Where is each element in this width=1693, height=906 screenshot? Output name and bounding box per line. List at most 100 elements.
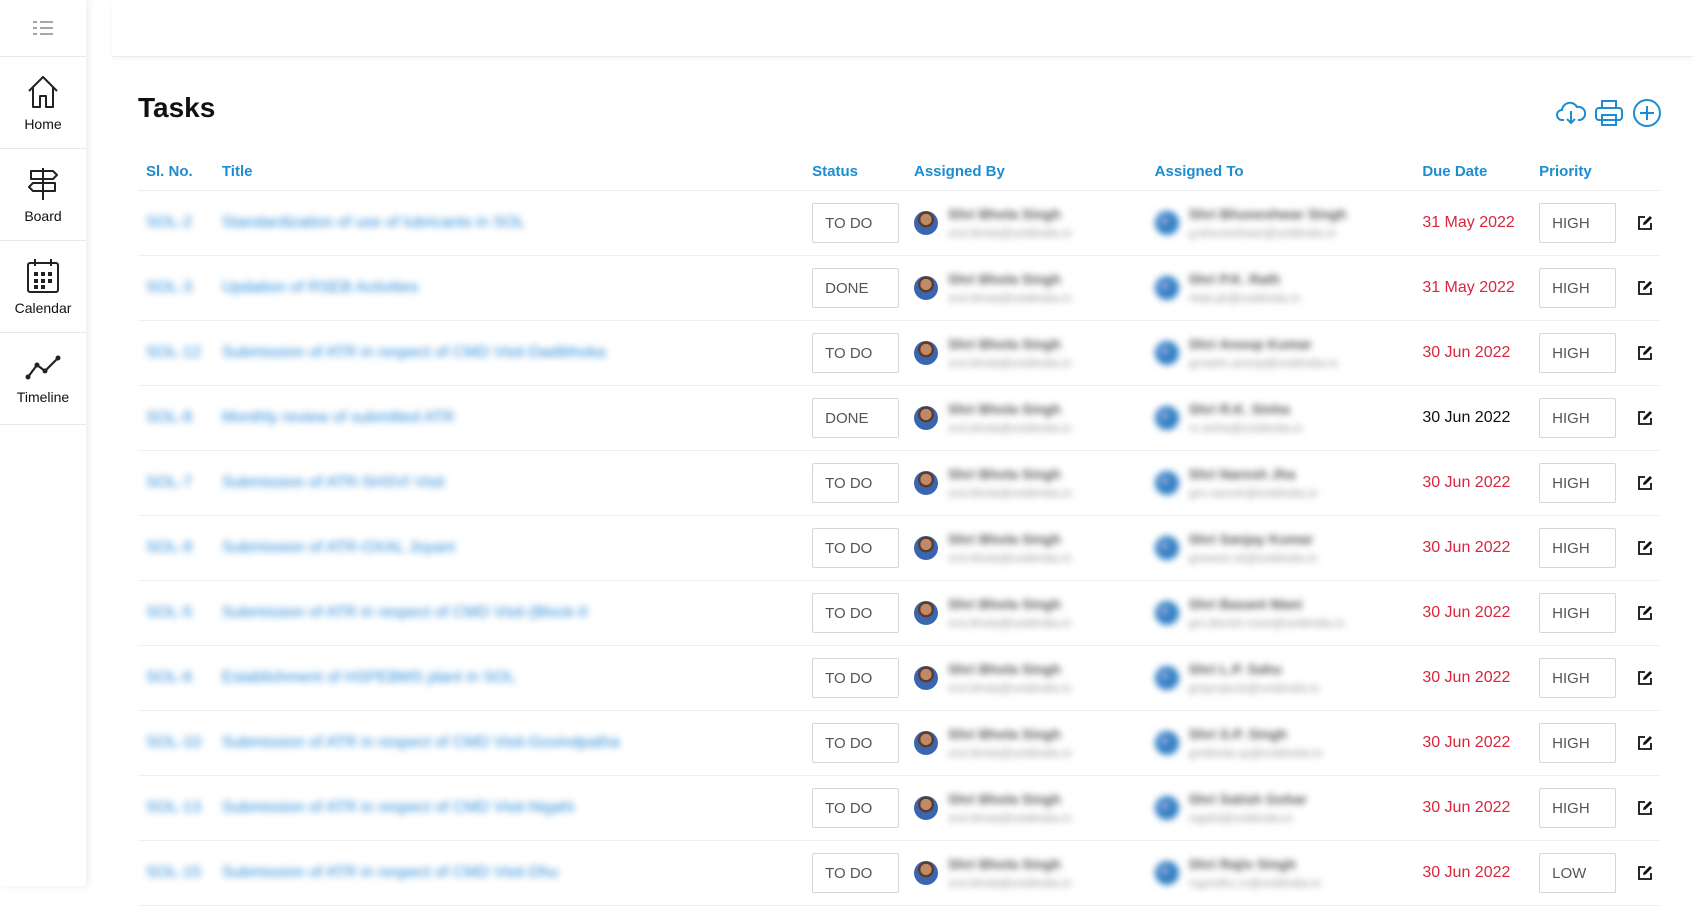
avatar — [913, 406, 938, 430]
edit-button[interactable] — [1630, 735, 1660, 751]
download-button[interactable] — [1556, 98, 1586, 128]
task-title-link[interactable]: Submission of ATR in respect of CMD Visi… — [222, 864, 558, 881]
edit-button[interactable] — [1630, 475, 1660, 491]
status-select[interactable]: DONE — [812, 268, 900, 308]
task-id-link[interactable]: SOL-12 — [146, 344, 201, 361]
header-assigned-by[interactable]: Assigned By — [914, 163, 1155, 180]
task-title-link[interactable]: Submission of ATR-OXAL Joyani — [222, 539, 455, 556]
sidebar-item-timeline[interactable]: Timeline — [0, 333, 86, 425]
status-select[interactable]: TO DO — [812, 593, 900, 633]
priority-select[interactable]: HIGH — [1539, 723, 1617, 763]
task-title-link[interactable]: Updation of RSEB Activities — [222, 279, 419, 296]
assigned-by-user: Shri Bhola Singh srsl.bhola@soldindia.in — [913, 206, 1155, 240]
sidebar-item-board[interactable]: Board — [0, 149, 86, 241]
sidebar-item-label: Timeline — [16, 388, 70, 405]
task-title-link[interactable]: Submission of ATR-SHSVI Visit — [222, 474, 445, 491]
header-status[interactable]: Status — [812, 163, 914, 180]
task-title-link[interactable]: Standardization of use of lubricants in … — [222, 214, 525, 231]
priority-select[interactable]: HIGH — [1539, 788, 1617, 828]
print-button[interactable] — [1594, 98, 1624, 128]
status-select[interactable]: TO DO — [812, 333, 900, 373]
task-id-link[interactable]: SOL-13 — [146, 799, 201, 816]
assigned-to-user: Shri Anoop Kumar gmadm.anoop@soldindia.i… — [1154, 336, 1423, 370]
assigned-by-user: Shri Bhola Singh srsl.bhola@soldindia.in — [913, 726, 1155, 760]
assigned-to-name: Shri Satish Gohar — [1188, 791, 1307, 807]
edit-button[interactable] — [1630, 605, 1660, 621]
avatar — [913, 666, 938, 690]
assigned-by-email: srsl.bhola@soldindia.in — [947, 421, 1072, 435]
task-id-link[interactable]: SOL-8 — [146, 409, 192, 426]
priority-select[interactable]: HIGH — [1539, 658, 1617, 698]
avatar — [913, 536, 938, 560]
status-select[interactable]: TO DO — [812, 528, 900, 568]
status-select[interactable]: TO DO — [812, 203, 900, 243]
avatar — [1154, 536, 1179, 560]
priority-select[interactable]: HIGH — [1539, 528, 1617, 568]
edit-button[interactable] — [1630, 345, 1660, 361]
assigned-to-email: gmadm.anoop@soldindia.in — [1188, 356, 1338, 370]
edit-icon — [1638, 866, 1652, 880]
assigned-to-name: Shri Naresh Jha — [1188, 466, 1296, 482]
task-id-link[interactable]: SOL-5 — [146, 604, 192, 621]
task-id-link[interactable]: SOL-10 — [146, 734, 201, 751]
priority-select[interactable]: HIGH — [1539, 333, 1617, 373]
status-select[interactable]: TO DO — [812, 463, 900, 503]
task-id-link[interactable]: SOL-6 — [146, 669, 192, 686]
task-id-link[interactable]: SOL-3 — [146, 279, 192, 296]
assigned-by-user: Shri Bhola Singh srsl.bhola@soldindia.in — [913, 336, 1155, 370]
status-select[interactable]: TO DO — [812, 658, 900, 698]
header-due-date[interactable]: Due Date — [1422, 163, 1539, 180]
edit-button[interactable] — [1630, 540, 1660, 556]
edit-button[interactable] — [1630, 215, 1660, 231]
header-assigned-to[interactable]: Assigned To — [1155, 163, 1423, 180]
edit-button[interactable] — [1630, 800, 1660, 816]
task-id-link[interactable]: SOL-9 — [146, 539, 192, 556]
priority-select[interactable]: HIGH — [1539, 268, 1617, 308]
status-select[interactable]: TO DO — [812, 723, 900, 763]
task-title-link[interactable]: Establishment of HSPEBMS plant in SOL — [222, 669, 515, 686]
priority-select[interactable]: HIGH — [1539, 463, 1617, 503]
avatar — [1154, 211, 1179, 235]
task-title-link[interactable]: Submission of ATR in respect of CMD Visi… — [222, 799, 574, 816]
assigned-to-user: Shri R.K. Sinha rs.sinha@soldindia.in — [1154, 401, 1423, 435]
table-body: SOL-2 Standardization of use of lubrican… — [138, 191, 1660, 906]
add-task-button[interactable] — [1632, 98, 1662, 128]
task-title-link[interactable]: Submission of ATR in respect of CMD Visi… — [222, 734, 620, 751]
status-select[interactable]: DONE — [812, 398, 900, 438]
edit-button[interactable] — [1630, 280, 1660, 296]
edit-icon — [1638, 281, 1652, 295]
header-title[interactable]: Title — [222, 163, 812, 180]
assigned-by-email: srsl.bhola@soldindia.in — [947, 551, 1072, 565]
table-row: SOL-10 Submission of ATR in respect of C… — [138, 711, 1660, 776]
task-id-link[interactable]: SOL-7 — [146, 474, 192, 491]
table-header: Sl. No. Title Status Assigned By Assigne… — [138, 152, 1660, 191]
avatar — [1154, 601, 1179, 625]
sidebar-item-calendar[interactable]: Calendar — [0, 241, 86, 333]
edit-button[interactable] — [1630, 670, 1660, 686]
assigned-by-name: Shri Bhola Singh — [947, 791, 1061, 807]
task-title-link[interactable]: Monthly review of submitted ATR — [222, 409, 455, 426]
assigned-by-email: srsl.bhola@soldindia.in — [947, 226, 1072, 240]
assigned-by-user: Shri Bhola Singh srsl.bhola@soldindia.in — [913, 466, 1155, 500]
status-select[interactable]: TO DO — [812, 788, 900, 828]
assigned-to-name: Shri Sanjay Kumar — [1188, 531, 1314, 547]
task-id-link[interactable]: SOL-15 — [146, 864, 201, 881]
header-priority[interactable]: Priority — [1539, 163, 1630, 180]
assigned-to-name: Shri R.K. Sinha — [1188, 401, 1290, 417]
header-sl-no[interactable]: Sl. No. — [138, 163, 222, 180]
priority-select[interactable]: HIGH — [1539, 398, 1617, 438]
priority-select[interactable]: HIGH — [1539, 593, 1617, 633]
status-select[interactable]: TO DO — [812, 853, 900, 893]
sidebar-item-home[interactable]: Home — [0, 57, 86, 149]
task-id-link[interactable]: SOL-2 — [146, 214, 192, 231]
task-title-link[interactable]: Submission of ATR in respect of CMD Visi… — [222, 604, 588, 621]
task-title-link[interactable]: Submission of ATR in respect of CMD Visi… — [222, 344, 606, 361]
assigned-to-email: nigahi@soldindia.in — [1188, 811, 1293, 825]
avatar — [1154, 731, 1179, 755]
priority-select[interactable]: LOW — [1539, 853, 1617, 893]
edit-icon — [1638, 411, 1652, 425]
priority-select[interactable]: HIGH — [1539, 203, 1617, 243]
edit-button[interactable] — [1630, 865, 1660, 881]
menu-toggle-button[interactable] — [0, 0, 86, 57]
edit-button[interactable] — [1630, 410, 1660, 426]
